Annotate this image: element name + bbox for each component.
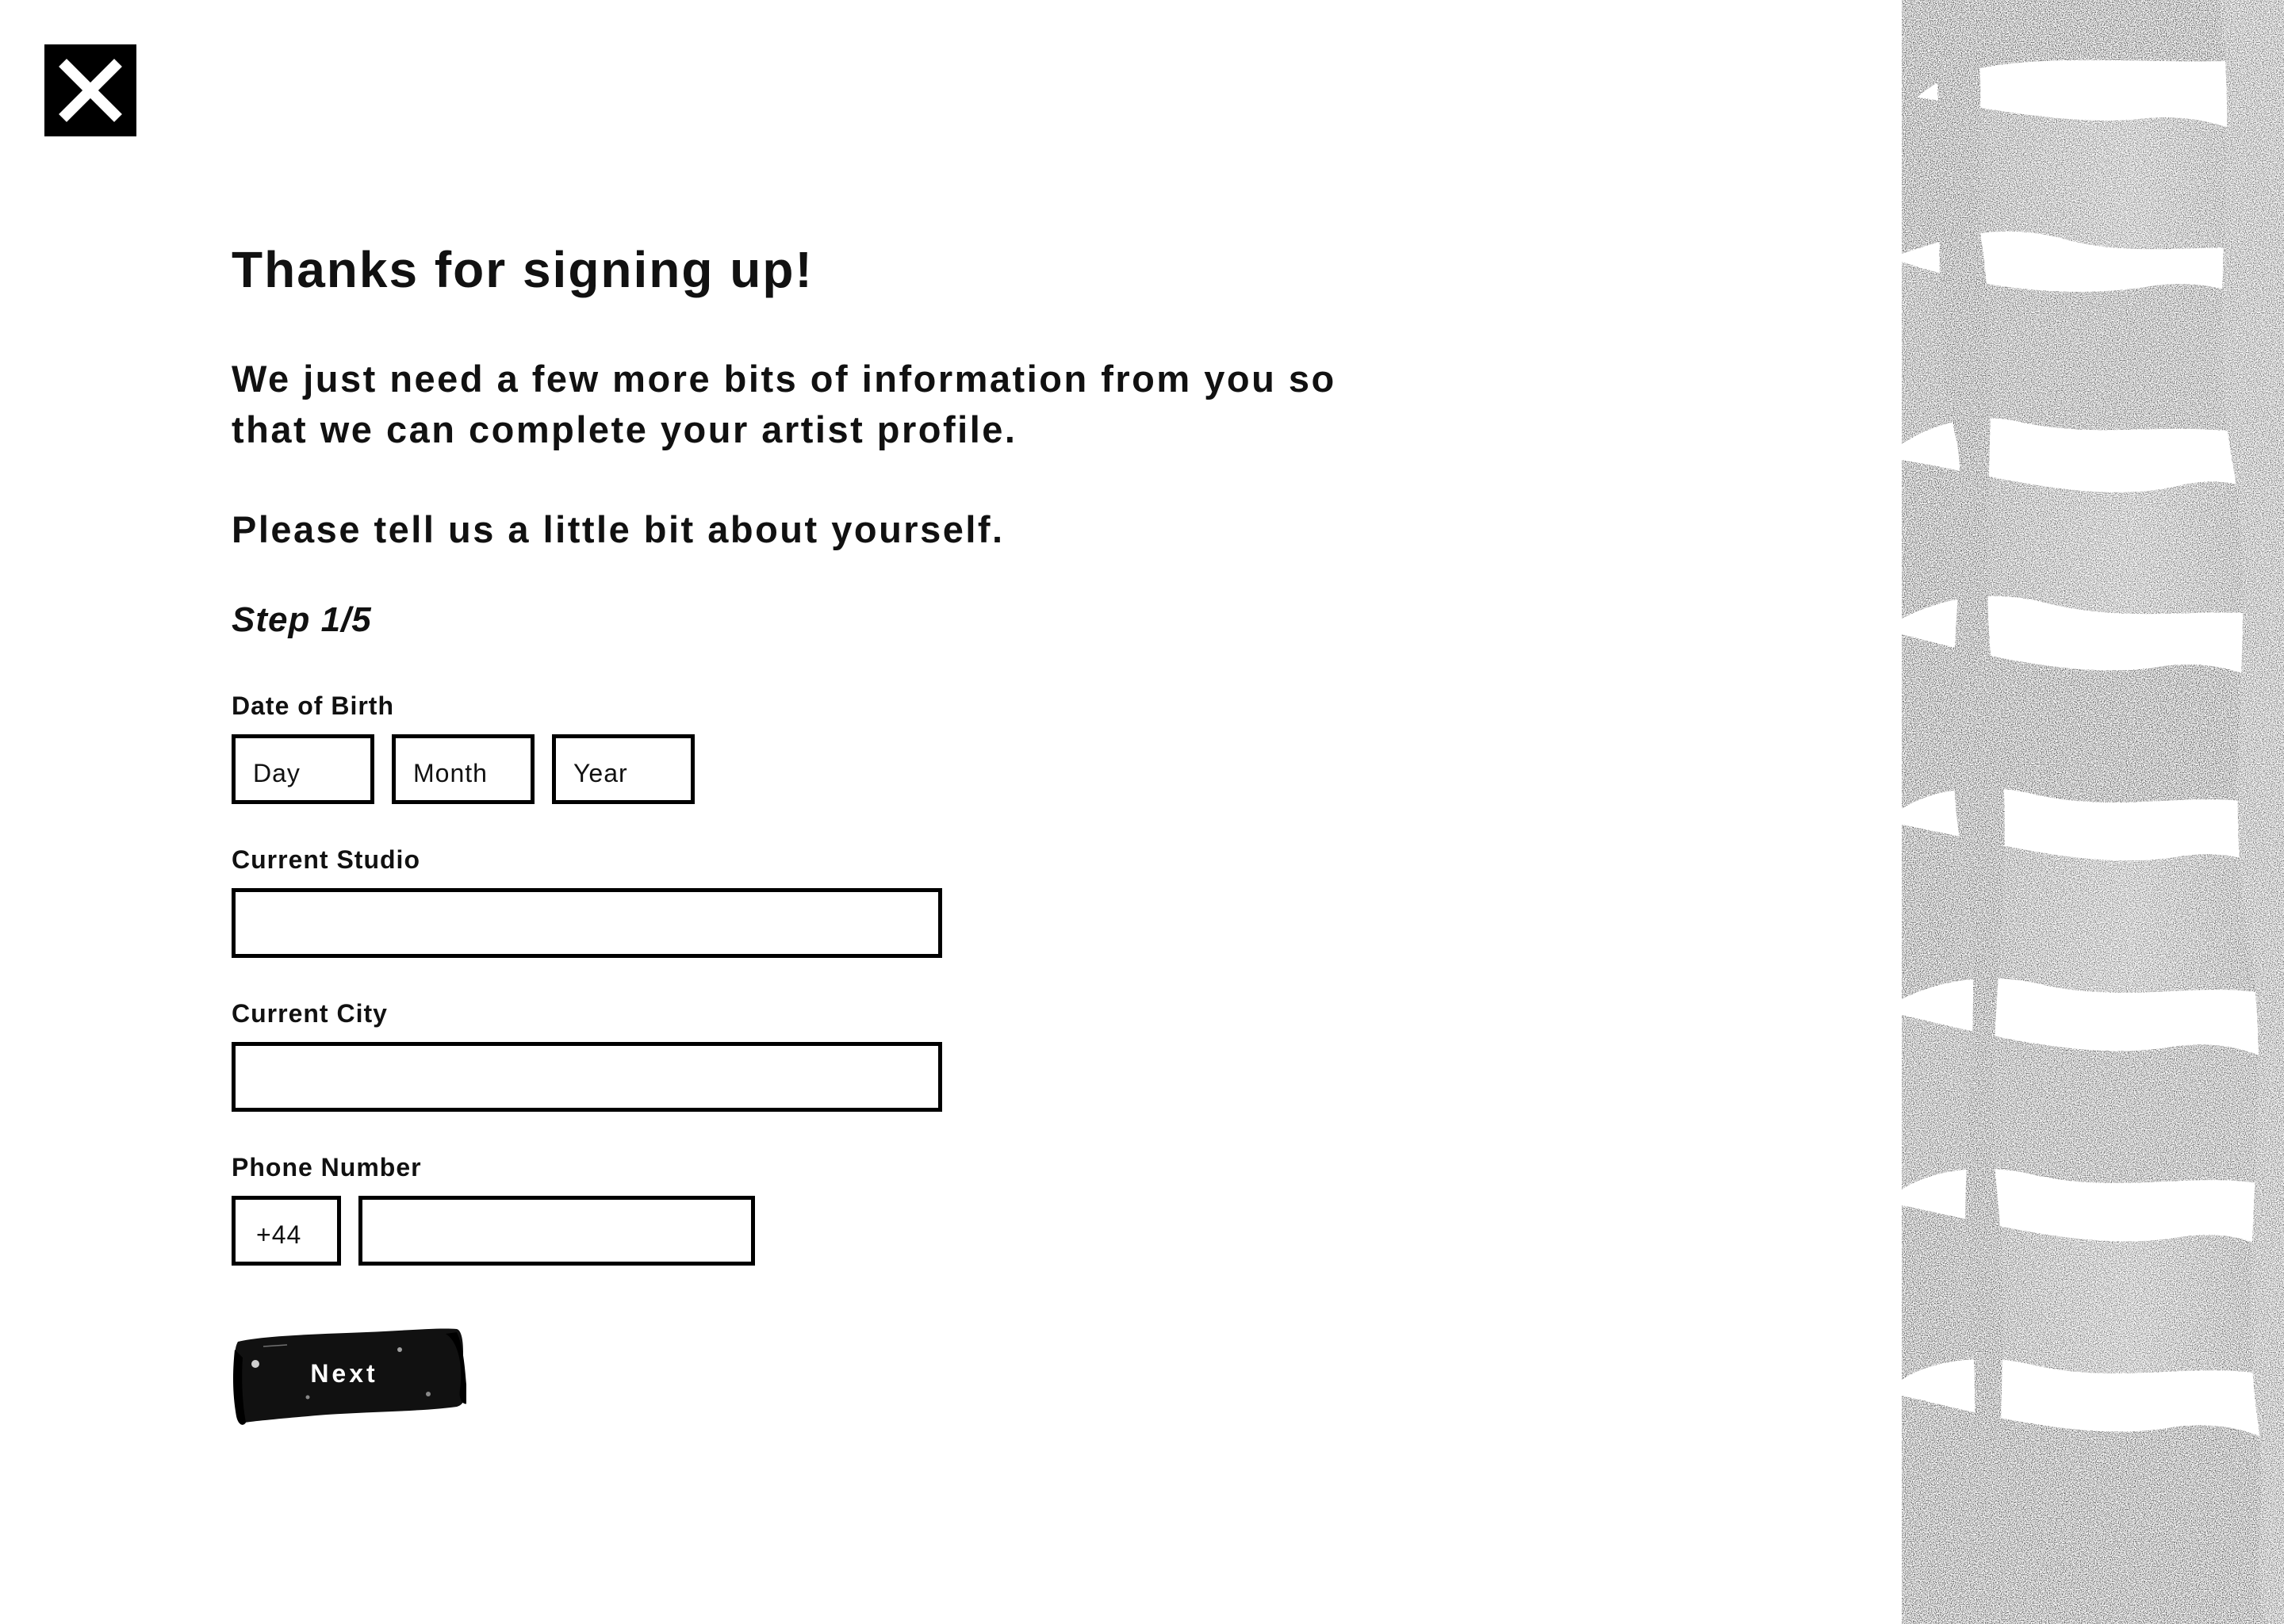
- studio-label: Current Studio: [232, 845, 420, 874]
- dob-day-input[interactable]: Day: [232, 734, 374, 804]
- country-code-input[interactable]: +44: [232, 1196, 341, 1266]
- next-button-label: Next: [310, 1358, 378, 1388]
- dob-day-placeholder: Day: [253, 759, 301, 787]
- phone-field[interactable]: [380, 1219, 734, 1262]
- dob-month-input[interactable]: Month: [392, 734, 535, 804]
- phone-input[interactable]: [358, 1196, 755, 1266]
- intro-text: We just need a few more bits of informat…: [232, 358, 1336, 450]
- dob-label: Date of Birth: [232, 691, 394, 720]
- city-field[interactable]: [253, 1065, 921, 1108]
- city-input[interactable]: [232, 1042, 942, 1112]
- city-label: Current City: [232, 999, 388, 1028]
- page-title: Thanks for signing up!: [232, 241, 814, 298]
- studio-input[interactable]: [232, 888, 942, 958]
- phone-label: Phone Number: [232, 1153, 422, 1182]
- studio-field[interactable]: [253, 911, 921, 954]
- signup-form-panel: Thanks for signing up! We just need a fe…: [232, 235, 1342, 1425]
- stippled-brush-art: [1902, 0, 2284, 1624]
- close-button[interactable]: [44, 44, 136, 136]
- prompt-text: Please tell us a little bit about yourse…: [232, 508, 1005, 550]
- next-button[interactable]: Next: [232, 1318, 466, 1429]
- dob-year-input[interactable]: Year: [552, 734, 695, 804]
- dob-year-placeholder: Year: [573, 759, 628, 787]
- decorative-art-panel: [1902, 0, 2284, 1624]
- country-code-value: +44: [256, 1220, 302, 1249]
- dob-month-placeholder: Month: [413, 759, 488, 787]
- close-icon: [59, 59, 122, 122]
- step-indicator: Step 1/5: [232, 600, 372, 639]
